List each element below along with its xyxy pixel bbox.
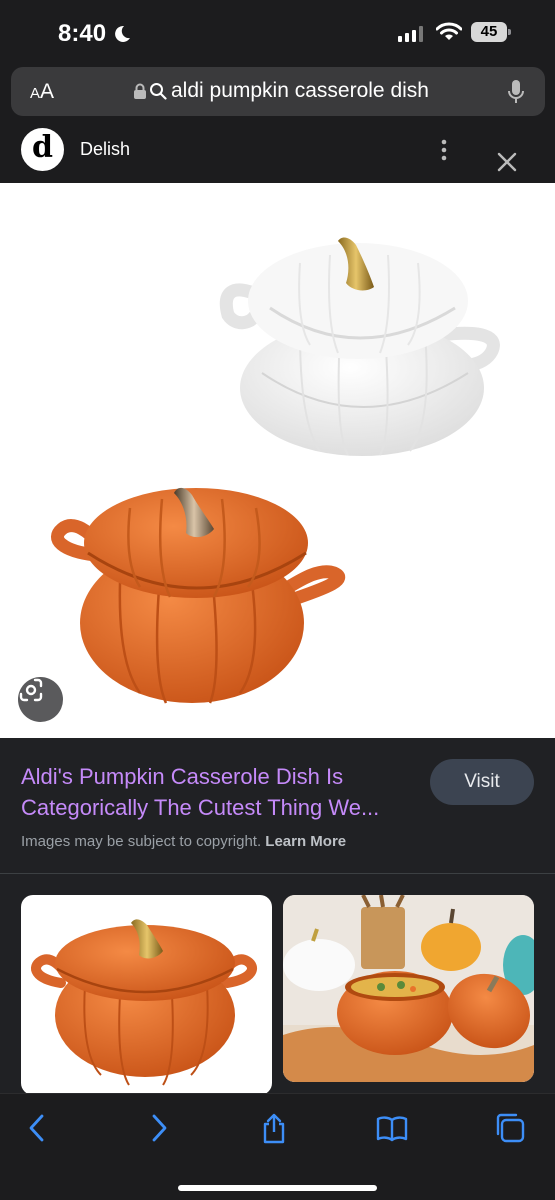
tabs-icon[interactable] [494, 1112, 526, 1144]
chevron-right-icon[interactable] [142, 1112, 174, 1144]
battery-indicator: 45 [471, 22, 511, 42]
clock: 8:40 [58, 20, 132, 48]
share-icon[interactable] [258, 1112, 290, 1144]
google-lens-button[interactable] [18, 677, 63, 722]
visit-button[interactable]: Visit [430, 759, 534, 805]
search-query: aldi pumpkin casserole dish [171, 79, 429, 102]
copyright-text: Images may be subject to copyright. [21, 833, 262, 850]
more-vertical-icon[interactable] [437, 138, 451, 162]
wifi-icon [436, 22, 462, 40]
learn-more-link[interactable]: Learn More [265, 833, 346, 850]
lock-icon [134, 83, 146, 99]
pumpkin-dish-lifestyle-thumbnail [283, 895, 534, 1082]
site-name: Delish [80, 139, 131, 159]
browser-toolbar [0, 1093, 555, 1200]
cellular-signal-icon [398, 26, 423, 42]
book-icon[interactable] [376, 1112, 408, 1144]
related-images [0, 874, 555, 1095]
image-info-panel: Aldi's Pumpkin Casserole Dish Is Categor… [0, 738, 555, 873]
image-viewer-header: d Delish [0, 128, 555, 183]
orange-pumpkin-dish-thumbnail [31, 919, 257, 1086]
battery-level: 45 [471, 22, 507, 42]
related-image-2[interactable] [283, 895, 534, 1082]
related-image-1[interactable] [21, 895, 272, 1095]
site-logo: d [21, 128, 64, 171]
pumpkin-casserole-dishes-image [51, 237, 500, 704]
google-lens-icon [19, 678, 43, 702]
microphone-icon[interactable] [507, 79, 525, 105]
time-text: 8:40 [58, 20, 107, 47]
main-image[interactable] [0, 183, 555, 738]
article-title-link[interactable]: Aldi's Pumpkin Casserole Dish Is Categor… [21, 761, 421, 823]
address-bar[interactable]: AA aldi pumpkin casserole dish [11, 67, 545, 116]
copyright-notice: Images may be subject to copyright. Lear… [21, 833, 346, 850]
safari-screen: 8:40 45 AA aldi pumpkin casserole dish d… [0, 0, 555, 1200]
search-icon [150, 83, 167, 100]
close-icon[interactable] [496, 151, 518, 173]
moon-icon [115, 25, 131, 42]
home-indicator [178, 1185, 377, 1191]
reader-settings-button[interactable]: AA [30, 80, 54, 104]
url-display[interactable]: aldi pumpkin casserole dish [133, 79, 429, 103]
chevron-left-icon[interactable] [22, 1112, 54, 1144]
status-bar: 8:40 45 [0, 0, 555, 66]
